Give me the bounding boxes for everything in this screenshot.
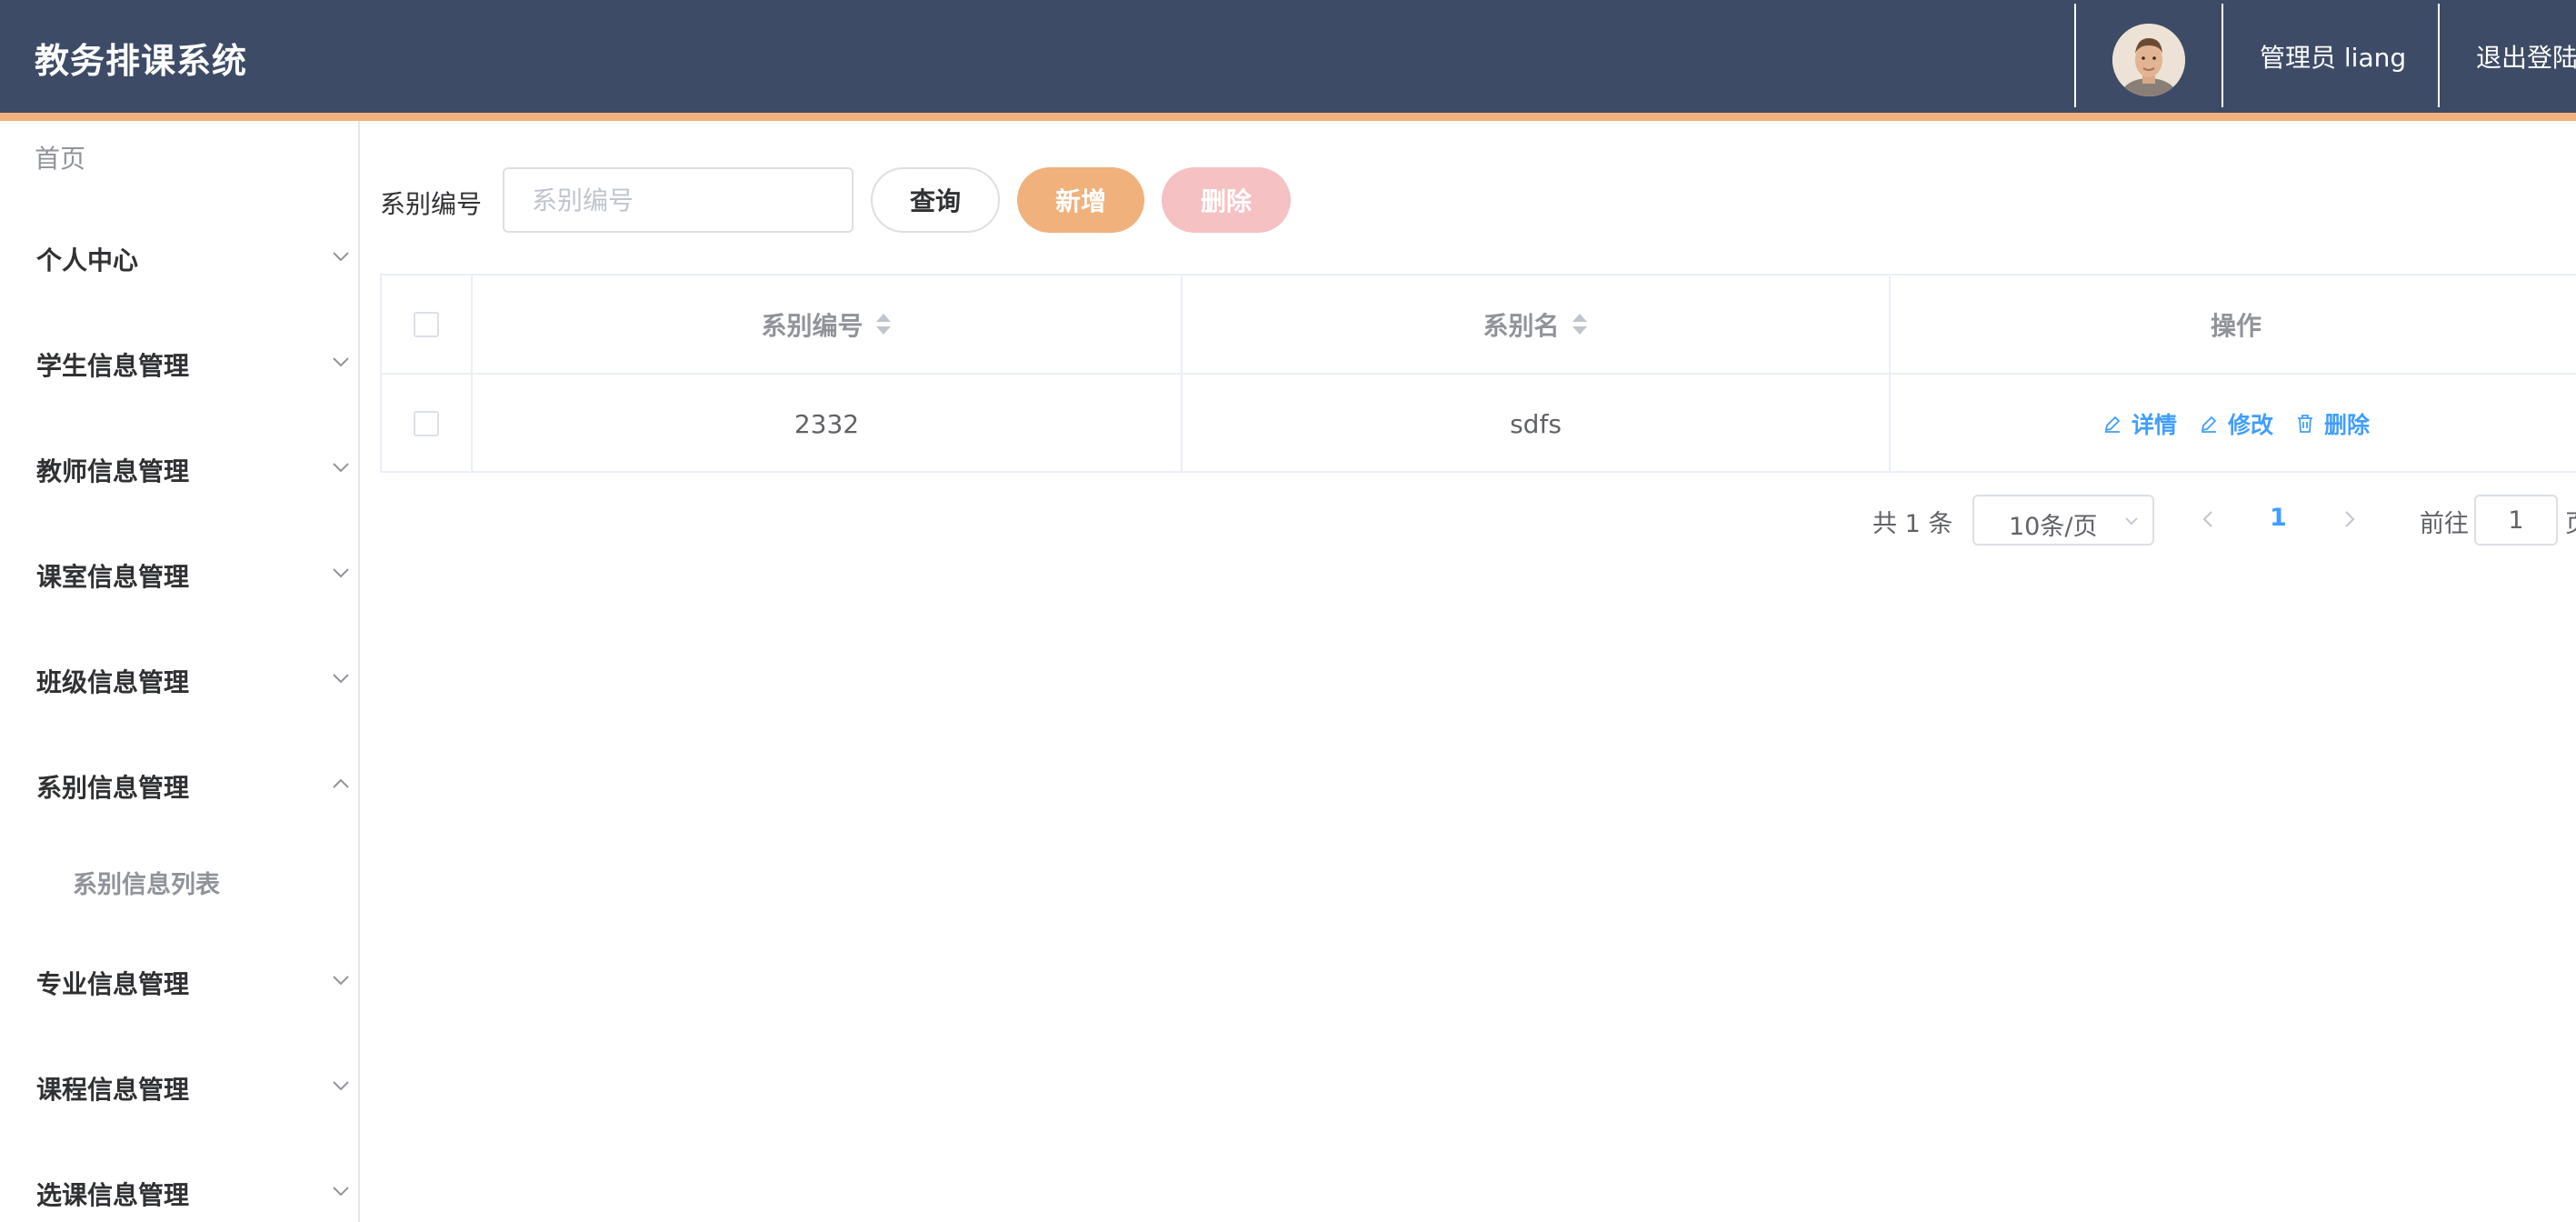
next-page-icon[interactable] [2340, 506, 2360, 533]
goto-label: 前往 [2420, 510, 2469, 538]
sort-icon[interactable] [874, 312, 893, 337]
department-code-search-input[interactable] [503, 167, 854, 233]
logout-button[interactable]: 退出登陆 [2476, 38, 2576, 75]
sidebar-subitem-department-list[interactable]: 系别信息列表 [0, 848, 358, 912]
chevron-down-icon [333, 976, 349, 986]
row-edit-button[interactable]: 修改 [2199, 407, 2273, 440]
header-divider [2222, 4, 2223, 107]
row-edit-label: 修改 [2227, 412, 2273, 438]
sidebar: 首页 个人中心 学生信息管理 教师信息管理 课室信息管理 班级信息管理 系别信息… [0, 121, 360, 1222]
table-cell-name: sdfs [1183, 375, 1891, 473]
sidebar-item-label: 个人中心 [36, 245, 139, 275]
row-delete-label: 删除 [2324, 412, 2371, 438]
department-table: 系别编号 系别名 操作 2332 sdfs 详情 修改 删除 [380, 274, 2576, 473]
sidebar-item-major-management[interactable]: 专业信息管理 [0, 947, 358, 1019]
header-divider [2074, 4, 2076, 107]
chevron-down-icon [333, 1081, 349, 1091]
column-header-name[interactable]: 系别名 [1183, 275, 1891, 375]
app-title: 教务排课系统 [35, 41, 248, 81]
page-suffix-label: 页 [2565, 504, 2576, 539]
edit-icon [2104, 416, 2121, 433]
batch-delete-button[interactable]: 删除 [1162, 167, 1291, 233]
add-button[interactable]: 新增 [1017, 167, 1144, 233]
chevron-down-icon [2125, 517, 2138, 526]
pagination-total: 共 1 条 [1872, 510, 1953, 538]
sort-icon[interactable] [1571, 312, 1589, 337]
query-button[interactable]: 查询 [871, 167, 1000, 233]
sidebar-item-personal-center[interactable]: 个人中心 [0, 223, 358, 295]
avatar-icon [2112, 24, 2185, 96]
row-delete-button[interactable]: 删除 [2295, 407, 2370, 440]
column-header-label: 系别名 [1483, 310, 1560, 341]
edit-icon [2201, 416, 2217, 433]
top-header: 教务排课系统 管理员 liang 退出登陆 [0, 0, 2576, 113]
sidebar-item-label: 课程信息管理 [36, 1075, 190, 1105]
sidebar-item-student-management[interactable]: 学生信息管理 [0, 328, 358, 401]
chevron-down-icon [333, 674, 349, 684]
sidebar-item-label: 学生信息管理 [36, 351, 190, 381]
sidebar-item-department-management[interactable]: 系别信息管理 [0, 750, 358, 823]
chevron-down-icon [333, 357, 349, 367]
sidebar-item-classroom-management[interactable]: 课室信息管理 [0, 539, 358, 612]
column-header-actions: 操作 [1891, 275, 2576, 375]
sidebar-item-teacher-management[interactable]: 教师信息管理 [0, 434, 358, 506]
sidebar-item-label: 课室信息管理 [36, 562, 190, 592]
sidebar-item-label: 系别信息管理 [36, 773, 190, 803]
page-size-select[interactable]: 10条/页 [1972, 495, 2154, 546]
sidebar-subitem-label: 系别信息列表 [73, 871, 220, 899]
sidebar-item-label: 选课信息管理 [36, 1180, 190, 1210]
column-header-label: 操作 [2210, 310, 2261, 341]
table-cell-checkbox [382, 375, 473, 473]
sidebar-item-label: 教师信息管理 [36, 456, 190, 486]
chevron-down-icon [333, 463, 349, 473]
prev-page-icon[interactable] [2198, 506, 2218, 533]
table-cell-code: 2332 [473, 375, 1183, 473]
row-detail-label: 详情 [2131, 412, 2177, 438]
chevron-down-icon [333, 252, 349, 262]
user-avatar[interactable] [2112, 24, 2185, 96]
column-header-label: 系别编号 [761, 310, 864, 341]
current-user-label: 管理员 liang [2260, 43, 2407, 73]
sidebar-item-label: 班级信息管理 [36, 667, 190, 697]
goto-page-input[interactable] [2474, 495, 2558, 546]
trash-icon [2298, 415, 2312, 433]
current-page-number[interactable]: 1 [2270, 504, 2287, 532]
sidebar-item-course-management[interactable]: 课程信息管理 [0, 1052, 358, 1125]
chevron-down-icon [333, 568, 349, 578]
sidebar-item-class-management[interactable]: 班级信息管理 [0, 645, 358, 717]
table-cell-actions: 详情 修改 删除 [1891, 375, 2576, 473]
header-divider [2438, 4, 2440, 107]
page-size-value: 10条/页 [2009, 513, 2098, 541]
search-field-label: 系别编号 [380, 189, 483, 219]
row-detail-button[interactable]: 详情 [2102, 407, 2177, 440]
chevron-down-icon [333, 1187, 349, 1197]
column-header-code[interactable]: 系别编号 [473, 275, 1183, 375]
sidebar-item-enrollment-management[interactable]: 选课信息管理 [0, 1157, 358, 1222]
select-all-checkbox[interactable] [414, 311, 439, 337]
chevron-up-icon [333, 778, 349, 788]
select-all-header [382, 275, 473, 375]
row-checkbox[interactable] [414, 411, 439, 436]
sidebar-home-link[interactable]: 首页 [35, 139, 85, 175]
sidebar-item-label: 专业信息管理 [36, 969, 190, 999]
header-accent-bar [0, 113, 2576, 121]
